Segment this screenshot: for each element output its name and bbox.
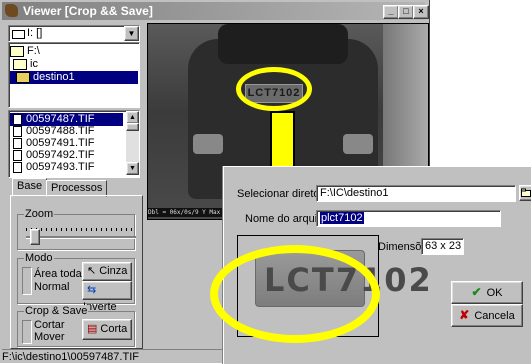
chevron-down-icon[interactable]: ▼ — [124, 26, 139, 41]
file-icon — [13, 125, 22, 137]
app-icon — [5, 4, 18, 17]
close-button[interactable]: × — [413, 5, 429, 19]
file-icon — [13, 149, 22, 161]
car-headlight — [343, 134, 373, 154]
inverte-button[interactable]: ⇆Inverte — [82, 281, 132, 313]
title-bar[interactable]: Viewer [Crop && Save] _ □ × — [2, 2, 429, 20]
tab-panel-base: Zoom Modo Área toda Normal ↖ Cinza ⇆Inver… — [10, 195, 143, 349]
document-icon: ▤ — [87, 323, 98, 335]
maximize-button[interactable]: □ — [398, 5, 414, 19]
corta-button[interactable]: ▤ Corta — [82, 319, 132, 340]
car-headlight — [193, 134, 223, 154]
ok-button[interactable]: ✔ OK — [451, 281, 523, 304]
filename-field[interactable]: plct7102 — [316, 210, 501, 227]
zoom-group: Zoom — [17, 208, 136, 250]
car-window — [218, 24, 348, 64]
directory-field[interactable]: F:\IC\destino1 — [316, 185, 516, 202]
zoom-ticks — [26, 228, 136, 231]
file-list-scrollbar[interactable]: ▲ ▼ — [126, 111, 139, 175]
drive-icon — [12, 30, 25, 39]
save-dialog: Selecionar diretório: F:\IC\destino1 Nom… — [210, 166, 531, 364]
folder-open-icon — [13, 58, 27, 70]
browse-folder-button[interactable] — [519, 185, 531, 201]
modo-group: Modo Área toda Normal ↖ Cinza ⇆Inverte — [17, 252, 135, 313]
file-icon — [13, 113, 22, 125]
drive-select[interactable]: I: [] ▼ — [8, 25, 140, 42]
crop-save-label: Crop & Save — [24, 305, 89, 317]
folder-open-icon — [10, 45, 24, 57]
cinza-button[interactable]: ↖ Cinza — [82, 262, 132, 281]
modo-label: Modo — [24, 252, 54, 264]
zoom-label: Zoom — [24, 208, 55, 220]
cancel-button[interactable]: ✘ Cancela — [451, 304, 523, 327]
crop-mode-toggle[interactable] — [22, 320, 32, 344]
folder-item[interactable]: ic — [13, 58, 38, 71]
folder-item[interactable]: F:\ — [10, 45, 40, 58]
zoom-track — [26, 236, 136, 239]
option-mover[interactable]: Mover — [34, 331, 65, 343]
folder-browse-icon — [521, 188, 531, 197]
filename-value: plct7102 — [320, 212, 364, 224]
file-icon — [13, 161, 22, 173]
folder-item-selected[interactable]: destino1 — [10, 71, 138, 84]
folder-list[interactable]: F:\ ic destino1 — [8, 42, 140, 108]
close-icon: ✘ — [459, 308, 470, 322]
highlight-ellipse-large — [210, 245, 380, 343]
minimize-button[interactable]: _ — [383, 5, 399, 19]
crop-save-group: Crop & Save Cortar Mover ▤ Corta — [17, 305, 135, 347]
mode-toggle[interactable] — [22, 267, 32, 295]
file-icon — [13, 137, 22, 149]
highlight-ellipse — [236, 67, 312, 111]
swap-arrows-icon: ⇆ — [87, 284, 97, 296]
scroll-down-icon[interactable]: ▼ — [126, 162, 139, 175]
option-area-toda[interactable]: Área toda — [34, 268, 82, 280]
drive-select-value: I: [] — [27, 27, 43, 39]
check-icon: ✔ — [471, 285, 482, 299]
option-cortar[interactable]: Cortar — [34, 319, 65, 331]
wand-icon: ↖ — [87, 265, 97, 277]
option-normal[interactable]: Normal — [34, 281, 69, 293]
file-item[interactable]: 00597493.TIF — [10, 161, 123, 174]
zoom-slider-thumb[interactable] — [30, 229, 40, 245]
dimensions-value: 63 x 23 — [421, 238, 464, 255]
scroll-thumb[interactable] — [126, 123, 139, 131]
file-list[interactable]: 00597487.TIF 00597488.TIF 00597491.TIF 0… — [8, 110, 140, 178]
folder-open-icon — [16, 71, 30, 83]
window-title: Viewer [Crop && Save] — [23, 4, 153, 18]
